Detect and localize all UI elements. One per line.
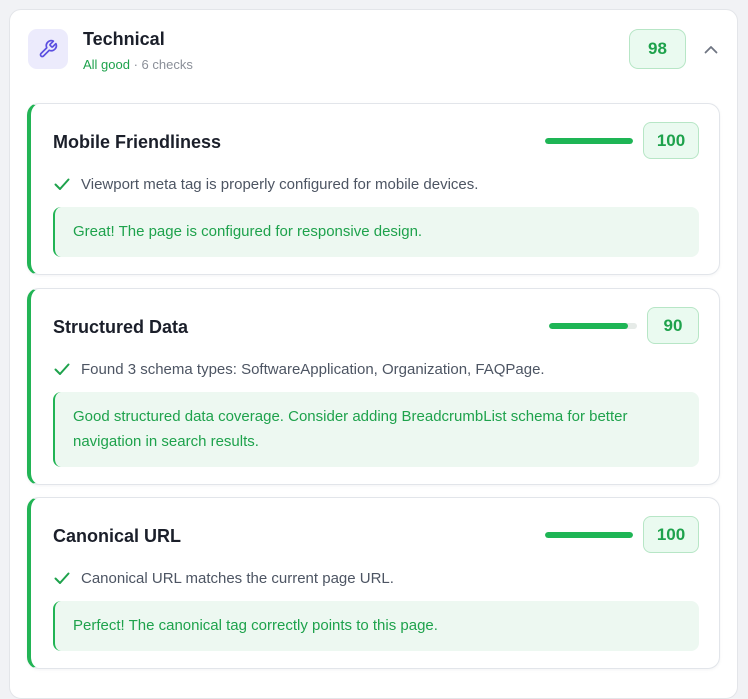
score-progress-bar [549,323,637,329]
subtitle-separator: · [129,57,142,72]
check-title: Structured Data [53,317,189,337]
checkmark-icon [53,569,71,587]
check-detail-row: Viewport meta tag is properly configured… [53,174,478,194]
score-progress-fill [545,138,633,144]
technical-section-panel: Technical All good · 6 checks 98 Mobile … [9,9,738,699]
section-subtitle: All good · 6 checks [83,57,193,72]
check-card-canonical-url: Canonical URL 100 Canonical URL matches … [27,497,720,669]
score-progress-fill [549,323,629,329]
score-progress-bar [545,138,633,144]
check-score-badge: 100 [643,122,699,159]
score-progress-fill [545,532,633,538]
section-title: Technical [83,29,165,49]
check-detail-text: Viewport meta tag is properly configured… [81,175,479,193]
check-advice: Good structured data coverage. Consider … [53,392,699,467]
checkmark-icon [53,360,71,378]
check-card-structured-data: Structured Data 90 Found 3 schema types:… [27,288,720,485]
check-card-mobile-friendliness: Mobile Friendliness 100 Viewport meta ta… [27,103,720,275]
check-detail-text: Canonical URL matches the current page U… [81,569,394,587]
check-score-badge: 90 [647,307,699,344]
checkmark-icon [53,175,71,193]
check-detail-row: Canonical URL matches the current page U… [53,568,394,588]
check-title: Canonical URL [53,526,182,546]
check-advice: Great! The page is configured for respon… [53,207,699,257]
chevron-up-icon[interactable] [700,39,722,59]
checks-count: 6 checks [141,57,193,72]
check-score-badge: 100 [643,516,699,553]
check-detail-row: Found 3 schema types: SoftwareApplicatio… [53,359,545,379]
section-score-badge: 98 [629,29,686,69]
section-status: All good [83,57,130,72]
check-advice: Perfect! The canonical tag correctly poi… [53,601,699,651]
check-detail-text: Found 3 schema types: SoftwareApplicatio… [81,360,545,378]
score-progress-bar [545,532,633,538]
check-title: Mobile Friendliness [53,132,222,152]
section-header[interactable]: Technical All good · 6 checks 98 [10,10,737,96]
wrench-icon [28,29,68,69]
